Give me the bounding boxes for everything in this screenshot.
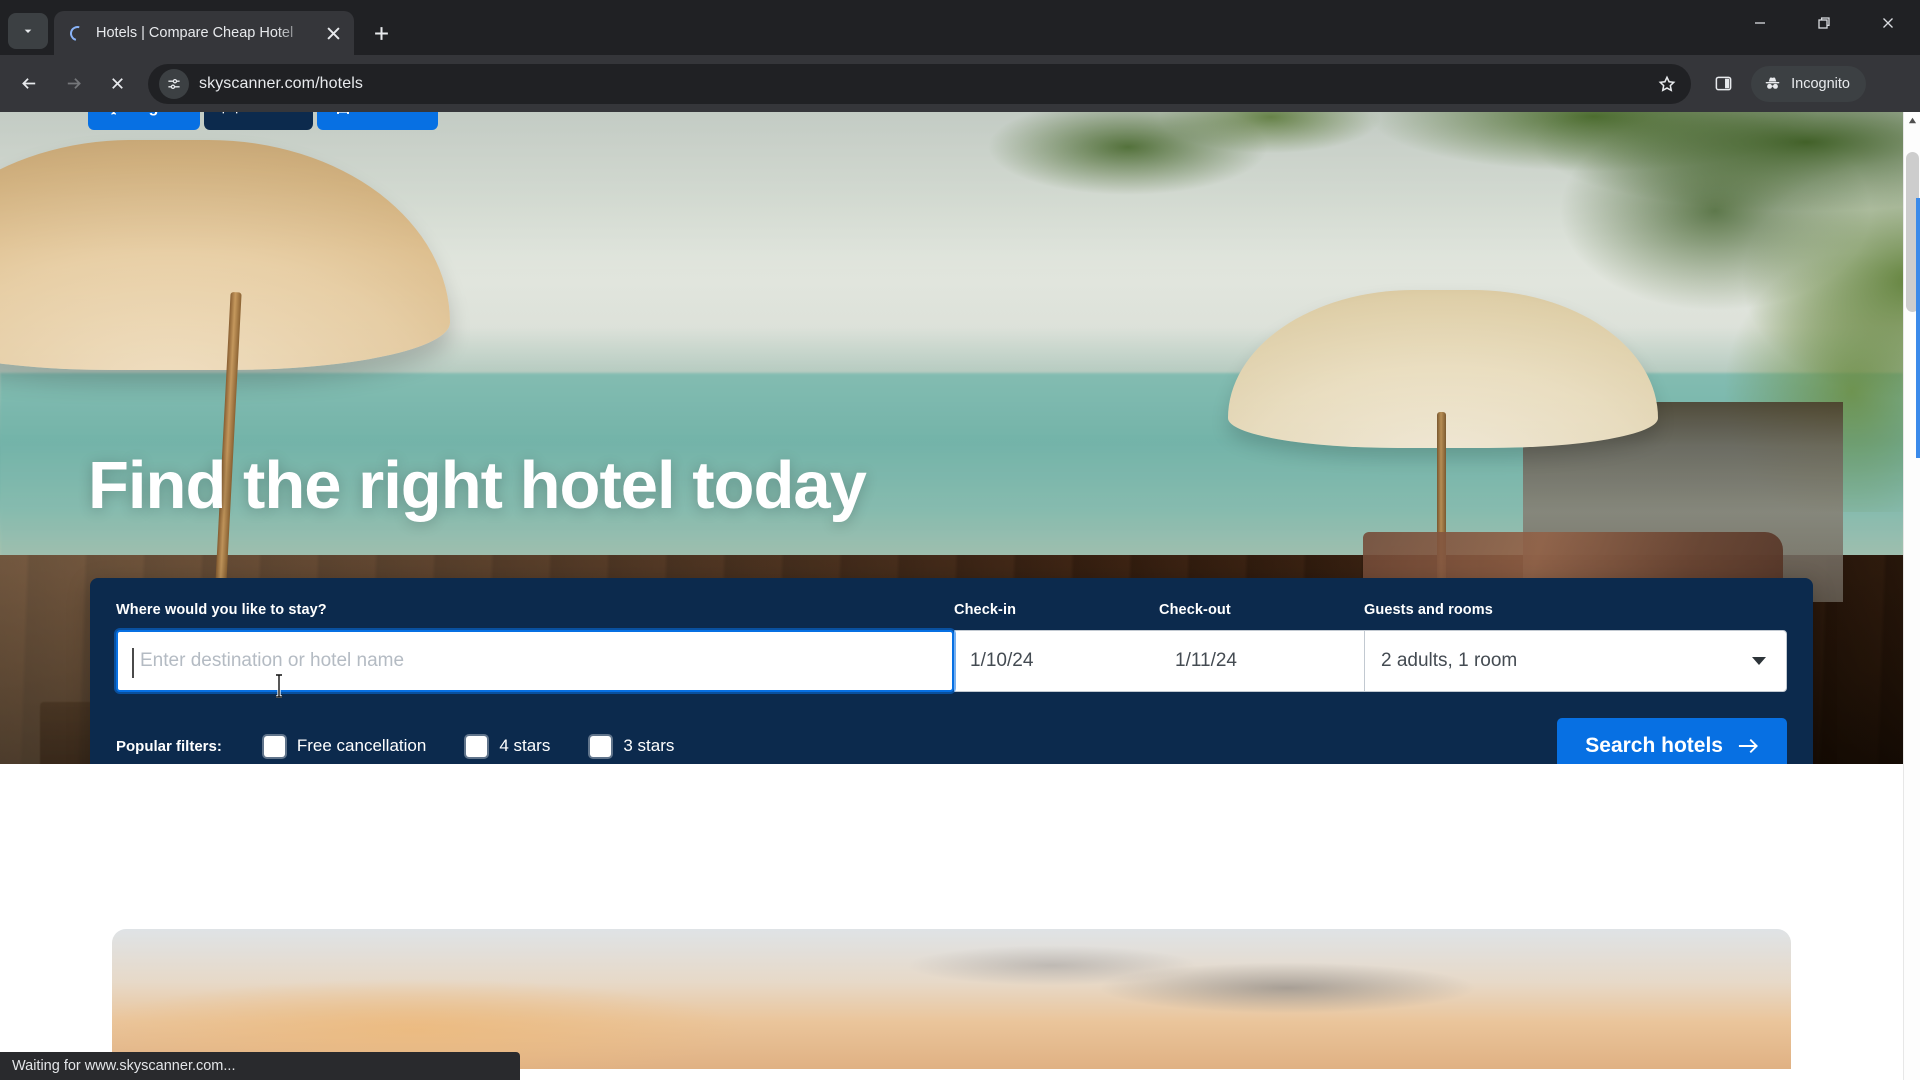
- search-fields-row: Where would you like to stay? Enter dest…: [116, 602, 1787, 692]
- nav-tab-label: Flights: [130, 112, 182, 117]
- chevron-up-icon: [1908, 117, 1916, 124]
- filter-label: Free cancellation: [296, 736, 427, 755]
- guests-value: 2 adults, 1 room: [1381, 650, 1518, 671]
- tab-close-button[interactable]: [320, 20, 346, 46]
- incognito-indicator[interactable]: Incognito: [1751, 65, 1866, 102]
- filter-4-stars[interactable]: 4 stars: [466, 735, 551, 757]
- checkout-field: Check-out 1/11/24: [1159, 602, 1364, 692]
- checkin-label: Check-in: [954, 602, 1017, 618]
- browser-tab[interactable]: Hotels | Compare Cheap Hotel: [54, 11, 354, 55]
- page-viewport: Flights Hotels Car hire Find the right h…: [0, 112, 1920, 1080]
- chevron-down-icon: [1752, 657, 1766, 665]
- forward-arrow-icon: [67, 78, 81, 89]
- plane-icon: [111, 112, 116, 115]
- status-text: Waiting for www.skyscanner.com...: [12, 1058, 236, 1074]
- browser-menu-button[interactable]: [1874, 65, 1912, 103]
- guests-label: Guests and rooms: [1364, 602, 1493, 618]
- popular-filters-label: Popular filters:: [116, 737, 222, 755]
- forward-button[interactable]: [52, 63, 94, 105]
- checkbox-icon[interactable]: [466, 735, 488, 757]
- checkin-value: 1/10/24: [970, 650, 1034, 671]
- text-caret: [132, 648, 134, 678]
- checkbox-icon[interactable]: [590, 735, 612, 757]
- tab-search-button[interactable]: [8, 13, 48, 49]
- car-icon: [337, 112, 350, 114]
- nav-tab-car-hire[interactable]: Car hire: [317, 112, 438, 130]
- page-title: Find the right hotel today: [88, 448, 867, 523]
- destination-label: Where would you like to stay?: [116, 602, 327, 618]
- close-icon: [1883, 18, 1893, 28]
- restore-icon: [1818, 17, 1830, 29]
- bed-icon: [223, 112, 238, 114]
- side-panel-button[interactable]: [1705, 66, 1741, 102]
- checkbox-icon[interactable]: [263, 735, 285, 757]
- incognito-hat-icon: [1765, 77, 1780, 89]
- checkout-input[interactable]: 1/11/24: [1159, 630, 1364, 692]
- filter-3-stars[interactable]: 3 stars: [590, 735, 675, 757]
- stop-loading-icon: [111, 78, 123, 89]
- loading-spinner-icon: [66, 22, 88, 44]
- back-button[interactable]: [8, 63, 50, 105]
- minimize-button[interactable]: [1728, 0, 1792, 46]
- tune-icon: [168, 78, 180, 89]
- nav-tab-hotels[interactable]: Hotels: [204, 112, 314, 130]
- close-icon: [326, 26, 340, 40]
- url-text[interactable]: skyscanner.com/hotels: [199, 75, 1639, 93]
- web-page: Flights Hotels Car hire Find the right h…: [0, 112, 1903, 1080]
- address-bar[interactable]: skyscanner.com/hotels: [148, 63, 1692, 104]
- nav-tab-label: Hotels: [246, 112, 295, 117]
- restore-button[interactable]: [1792, 0, 1856, 46]
- search-button-label: Search hotels: [1585, 734, 1723, 757]
- scrollbar-up-arrow[interactable]: [1904, 112, 1920, 129]
- nav-tab-flights[interactable]: Flights: [88, 112, 201, 130]
- checkin-field: Check-in 1/10/24: [954, 602, 1159, 692]
- focus-highlight-edge: [1916, 198, 1920, 458]
- tab-title: Hotels | Compare Cheap Hotel: [96, 25, 294, 41]
- checkin-input[interactable]: 1/10/24: [954, 630, 1159, 692]
- chevron-down-icon: [24, 29, 32, 33]
- arrow-right-icon: [1738, 738, 1758, 754]
- checkout-label: Check-out: [1159, 602, 1231, 618]
- filter-label: 4 stars: [499, 736, 551, 755]
- omnibox-actions: [1649, 66, 1685, 102]
- plus-icon: [374, 26, 388, 40]
- destination-field: Where would you like to stay? Enter dest…: [116, 602, 954, 692]
- site-settings-icon[interactable]: [159, 68, 189, 99]
- destination-placeholder: Enter destination or hotel name: [140, 650, 405, 671]
- status-bar: Waiting for www.skyscanner.com...: [0, 1052, 520, 1080]
- filter-free-cancellation[interactable]: Free cancellation: [263, 735, 427, 757]
- new-tab-button[interactable]: [364, 16, 398, 50]
- close-window-button[interactable]: [1856, 0, 1920, 46]
- browser-toolbar: skyscanner.com/hotels Incognito: [0, 55, 1920, 112]
- browser-window: Hotels | Compare Cheap Hotel skyscanner.…: [0, 0, 1920, 1080]
- guests-field: Guests and rooms 2 adults, 1 room: [1364, 602, 1787, 692]
- back-arrow-icon: [21, 78, 35, 89]
- stop-loading-button[interactable]: [96, 63, 138, 105]
- incognito-label: Incognito: [1791, 75, 1850, 92]
- page-content-below-hero: [0, 764, 1903, 1080]
- side-panel-icon: [1715, 76, 1732, 91]
- guests-dropdown[interactable]: 2 adults, 1 room: [1364, 630, 1787, 692]
- site-nav-tabs: Flights Hotels Car hire: [88, 112, 438, 130]
- window-controls: [1728, 0, 1920, 46]
- star-icon: [1658, 75, 1676, 92]
- nav-tab-label: Car hire: [359, 112, 419, 117]
- tab-strip: Hotels | Compare Cheap Hotel: [0, 0, 1920, 55]
- bookmark-star-icon[interactable]: [1649, 66, 1685, 102]
- minimize-icon: [1755, 22, 1765, 24]
- destination-input[interactable]: Enter destination or hotel name: [116, 630, 954, 692]
- filter-label: 3 stars: [623, 736, 675, 755]
- promo-image-card[interactable]: [112, 929, 1791, 1069]
- checkout-value: 1/11/24: [1175, 650, 1237, 671]
